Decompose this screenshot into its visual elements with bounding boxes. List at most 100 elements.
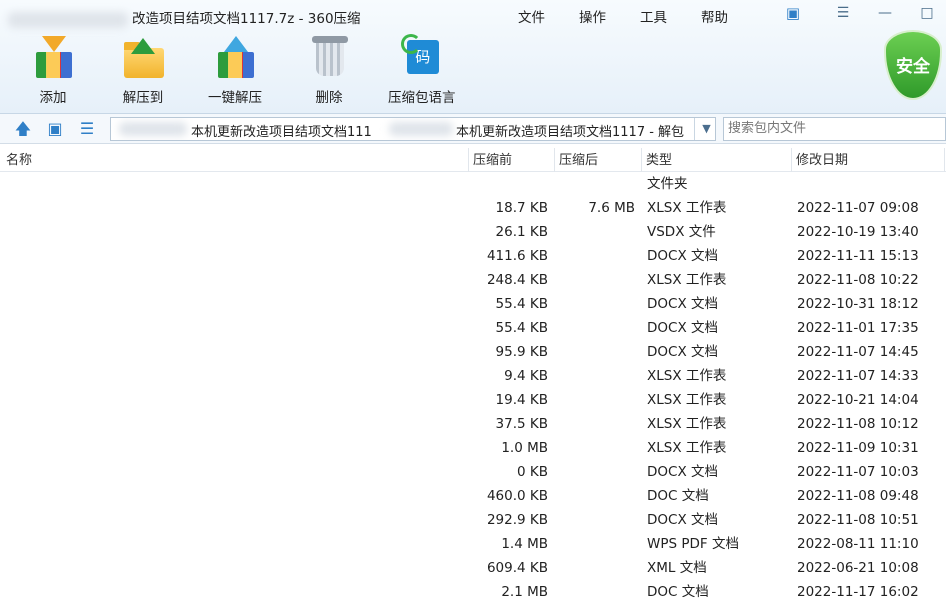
table-row[interactable]: 情况说明.docx95.9 KBDOCX 文档2022-11-07 14:45 — [0, 340, 946, 364]
table-row[interactable]: 改造项目-总结报告.doc2.1 MBDOC 文档2022-11-17 16:0… — [0, 580, 946, 604]
file-size: 2.1 MB — [501, 584, 548, 600]
delete-button[interactable]: 删除 — [306, 36, 352, 106]
column-name[interactable]: 名称 — [6, 151, 32, 171]
file-size: 95.9 KB — [495, 344, 548, 360]
table-row[interactable]: 线后数据库和应用端性能情况.xlsx248.4 KBXLSX 工作表2022-1… — [0, 268, 946, 292]
file-type: XLSX 工作表 — [647, 440, 727, 456]
menu-action[interactable]: 操作 — [579, 6, 606, 26]
file-modified-date: 2022-10-21 14:04 — [797, 392, 919, 408]
table-row[interactable]: 能性需求规格说明书.docx0 KBDOCX 文档2022-11-07 10:0… — [0, 460, 946, 484]
file-type: DOCX 文档 — [647, 320, 718, 336]
up-arrow-icon[interactable]: 🡅 — [12, 119, 34, 139]
minimize-icon[interactable]: — — [874, 2, 896, 24]
skin-shirt-icon[interactable]: ▣ — [782, 4, 804, 24]
redacted-path-2 — [389, 122, 453, 136]
file-type: WPS PDF 文档 — [647, 536, 739, 552]
list-view-icon[interactable]: ☰ — [76, 119, 98, 139]
file-modified-date: 2022-11-09 10:31 — [797, 440, 919, 456]
table-row[interactable]: 搭建手册.doc460.0 KBDOC 文档2022-11-08 09:48 — [0, 484, 946, 508]
file-size: 19.4 KB — [495, 392, 548, 408]
column-divider[interactable] — [944, 148, 945, 172]
table-row[interactable]: OS)最佳实践.xlsx1.0 MBXLSX 工作表2022-11-09 10:… — [0, 436, 946, 460]
file-type: DOCX 文档 — [647, 248, 718, 264]
security-shield-icon[interactable]: 安全 — [884, 30, 946, 108]
table-row[interactable]: 器上数据库部署方案.docx292.9 KBDOCX 文档2022-11-08 … — [0, 508, 946, 532]
file-type: XLSX 工作表 — [647, 392, 727, 408]
table-row[interactable]: checklist.xlsx19.4 KBXLSX 工作表2022-10-21 … — [0, 388, 946, 412]
archive-encoding-icon: 码 — [399, 34, 445, 80]
file-type: DOC 文档 — [647, 488, 709, 504]
file-size: 248.4 KB — [486, 272, 548, 288]
extract-to-button[interactable]: 解压到 — [120, 36, 166, 106]
file-modified-date: 2022-11-07 14:33 — [797, 368, 919, 384]
file-modified-date: 2022-11-07 14:45 — [797, 344, 919, 360]
file-size: 37.5 KB — [495, 416, 548, 432]
file-modified-date: 2022-06-21 10:08 — [797, 560, 919, 576]
chevron-down-icon[interactable]: ▼ — [694, 118, 718, 140]
file-modified-date: 2022-11-08 10:51 — [797, 512, 919, 528]
window-title: 改造项目结项文档1117.7z - 360压缩 — [132, 11, 361, 27]
maximize-icon[interactable]: □ — [916, 2, 938, 24]
table-row[interactable]: 天操作步骤.xlsx37.5 KBXLSX 工作表2022-11-08 10:1… — [0, 412, 946, 436]
file-modified-date: 2022-08-11 11:10 — [797, 536, 919, 552]
file-compressed-size: 7.6 MB — [588, 200, 635, 216]
file-modified-date: 2022-10-31 18:12 — [797, 296, 919, 312]
column-divider[interactable] — [791, 148, 792, 172]
extract-to-label: 解压到 — [122, 90, 164, 106]
file-modified-date: 2022-11-08 10:12 — [797, 416, 919, 432]
table-row[interactable]: 架构.vsdx26.1 KBVSDX 文件2022-10-19 13:40 — [0, 220, 946, 244]
file-type: XLSX 工作表 — [647, 368, 727, 384]
file-size: 9.4 KB — [504, 368, 548, 384]
file-type: DOCX 文档 — [647, 344, 718, 360]
add-button[interactable]: 添加 — [30, 36, 76, 106]
one-click-extract-icon — [212, 36, 258, 80]
file-size: 1.0 MB — [501, 440, 548, 456]
file-modified-date: 2022-11-07 09:08 — [797, 200, 919, 216]
file-type: DOC 文档 — [647, 584, 709, 600]
one-click-extract-label: 一键解压 — [208, 90, 262, 106]
add-label: 添加 — [39, 90, 67, 106]
table-row[interactable]: 割接应用检查人员信息确认表.xlsx18.7 KB7.6 MBXLSX 工作表2… — [0, 196, 946, 220]
address-bar-row: 🡅 ▣ ☰ 本机更新改造项目结项文档111 本机更新改造项目结项文档1117 -… — [0, 114, 946, 144]
column-divider[interactable] — [554, 148, 555, 172]
file-size: 1.4 MB — [501, 536, 548, 552]
table-row[interactable]: 种子表情况.xlsx9.4 KBXLSX 工作表2022-11-07 14:33 — [0, 364, 946, 388]
redacted-path-1 — [119, 122, 187, 136]
table-row[interactable]: 方案-InstallationReport.xml609.4 KBXML 文档2… — [0, 556, 946, 580]
file-size: 26.1 KB — [495, 224, 548, 240]
menu-file[interactable]: 文件 — [518, 6, 545, 26]
security-badge-label: 安全 — [884, 30, 942, 100]
thumbnail-view-icon[interactable]: ▣ — [44, 119, 66, 139]
file-modified-date: 2022-11-08 10:22 — [797, 272, 919, 288]
column-type[interactable]: 类型 — [646, 151, 672, 171]
window-title-area: 改造项目结项文档1117.7z - 360压缩 — [0, 8, 500, 30]
file-size: 292.9 KB — [486, 512, 548, 528]
column-size[interactable]: 压缩前 — [473, 151, 512, 171]
address-field[interactable]: 本机更新改造项目结项文档111 本机更新改造项目结项文档1117 - 解包 — [110, 117, 716, 141]
table-row[interactable]: 接后运行指标信息_1031.docx55.4 KBDOCX 文档2022-10-… — [0, 292, 946, 316]
redacted-title-part — [8, 12, 128, 28]
archive-encoding-button[interactable]: 码 压缩包语言 — [388, 34, 456, 106]
file-type: VSDX 文件 — [647, 224, 716, 240]
menu-tools[interactable]: 工具 — [640, 6, 667, 26]
column-modified[interactable]: 修改日期 — [796, 151, 848, 171]
column-divider[interactable] — [468, 148, 469, 172]
one-click-extract-button[interactable]: 一键解压 — [208, 36, 262, 106]
table-row[interactable]: 性能测试与优化报告.docx411.6 KBDOCX 文档2022-11-11 … — [0, 244, 946, 268]
file-modified-date: 2022-11-17 16:02 — [797, 584, 919, 600]
list-header: 名称 压缩前 压缩后 类型 修改日期 — [0, 148, 946, 172]
column-compressed[interactable]: 压缩后 — [559, 151, 598, 171]
file-size: 0 KB — [517, 464, 548, 480]
menu-icon[interactable]: ☰ — [832, 2, 854, 24]
file-type: 文件夹 — [647, 176, 688, 192]
file-modified-date: 2022-11-07 10:03 — [797, 464, 919, 480]
table-row[interactable]: 割接后运行指标信息_1101.docx55.4 KBDOCX 文档2022-11… — [0, 316, 946, 340]
table-row[interactable]: 机安装验收报告.pdf1.4 MBWPS PDF 文档2022-08-11 11… — [0, 532, 946, 556]
menu-help[interactable]: 帮助 — [701, 6, 728, 26]
search-input[interactable]: 搜索包内文件 — [723, 117, 946, 141]
parent-directory-row[interactable]: .. (上级目录)文件夹 — [0, 172, 946, 196]
window-controls: ☰ — □ — [812, 2, 938, 24]
column-divider[interactable] — [641, 148, 642, 172]
file-size: 18.7 KB — [495, 200, 548, 216]
file-type: DOCX 文档 — [647, 512, 718, 528]
